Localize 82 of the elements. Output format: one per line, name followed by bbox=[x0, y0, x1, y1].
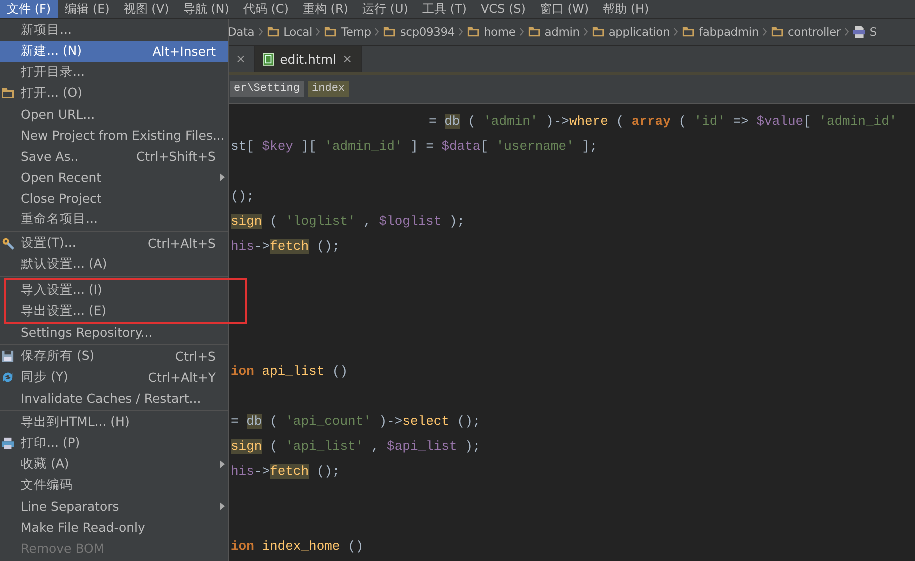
menu-item[interactable]: 打印... (P) bbox=[0, 433, 228, 454]
code-line: st[ $key ][ 'admin_id' ] = $data[ 'username' ]; bbox=[231, 139, 598, 154]
chevron-icon bbox=[763, 28, 767, 36]
printer-icon bbox=[1, 437, 15, 450]
menu-item[interactable]: Save As.. Ctrl+Shift+S bbox=[0, 146, 228, 167]
code-line: (); bbox=[231, 189, 254, 204]
menu-bar-item[interactable]: VCS (S) bbox=[474, 0, 533, 18]
sync-icon bbox=[1, 371, 15, 384]
php-file-icon bbox=[852, 26, 866, 38]
menu-bar-item[interactable]: 运行 (U) bbox=[355, 0, 416, 18]
breadcrumb-item[interactable]: home bbox=[484, 25, 516, 39]
menu-item[interactable]: 设置(T)... Ctrl+Alt+S bbox=[0, 233, 228, 254]
menu-item[interactable]: 默认设置... (A) bbox=[0, 254, 228, 275]
menu-item[interactable]: 导出设置... (E) bbox=[6, 301, 245, 322]
folder-icon bbox=[682, 26, 696, 38]
menu-item[interactable]: 新项目... bbox=[0, 20, 228, 41]
chevron-icon bbox=[375, 28, 380, 36]
code-line: ion api_list () bbox=[231, 364, 348, 379]
folder-icon bbox=[324, 26, 338, 38]
breadcrumb-item[interactable]: application bbox=[608, 25, 670, 39]
chevron-icon bbox=[258, 28, 263, 36]
menu-bar-item[interactable]: 文件 (F) bbox=[0, 0, 58, 18]
menu-item[interactable]: 收藏 (A) bbox=[0, 454, 228, 475]
menu-item[interactable]: Open URL... bbox=[0, 104, 228, 125]
menu-bar-item[interactable]: 代码 (C) bbox=[236, 0, 296, 18]
breadcrumb-item[interactable]: fabpadmin bbox=[699, 25, 759, 39]
folder-icon bbox=[771, 26, 784, 38]
menu-bar-item[interactable]: 窗口 (W) bbox=[532, 0, 596, 18]
chevron-icon bbox=[584, 28, 588, 36]
folder-icon bbox=[466, 26, 480, 38]
menu-item[interactable]: Invalidate Caches / Restart... bbox=[0, 388, 228, 409]
breadcrumb-item[interactable]: controller bbox=[788, 25, 841, 39]
code-line: his->fetch (); bbox=[231, 239, 340, 254]
code-line: = db ( 'admin' )->where ( array ( 'id' => $value[ 'admin_id' bbox=[429, 114, 898, 129]
folder-icon bbox=[266, 26, 280, 38]
breadcrumb-item[interactable]: admin bbox=[544, 25, 580, 39]
chevron-icon bbox=[674, 28, 678, 36]
breadcrumb-item[interactable]: Data bbox=[228, 25, 255, 39]
menu-item[interactable]: 保存所有 (S) Ctrl+S bbox=[0, 346, 228, 367]
menu-item[interactable]: 新建... (N) Alt+Insert bbox=[0, 41, 228, 62]
code-line: = db ( 'api_count' )->select (); bbox=[231, 414, 481, 429]
menu-bar-item[interactable]: 帮助 (H) bbox=[596, 0, 656, 18]
menu-item[interactable]: Make File Read-only bbox=[0, 517, 228, 538]
menu-item[interactable]: Settings Repository... bbox=[0, 322, 228, 343]
menu-bar-item[interactable]: 视图 (V) bbox=[116, 0, 176, 18]
menu-bar-item[interactable]: 编辑 (E) bbox=[58, 0, 117, 18]
close-icon[interactable]: × bbox=[236, 52, 246, 66]
menu-item[interactable]: Line Separators bbox=[0, 496, 228, 517]
breadcrumb-item[interactable]: S bbox=[870, 25, 877, 39]
folder-icon bbox=[528, 26, 541, 38]
menu-bar-item[interactable]: 工具 (T) bbox=[415, 0, 474, 18]
menu-bar-item[interactable]: 导航 (N) bbox=[176, 0, 236, 18]
chevron-icon bbox=[844, 28, 849, 36]
menu-item[interactable]: 重命名项目... bbox=[0, 209, 228, 230]
menu-item[interactable]: 文件编码 bbox=[0, 475, 228, 496]
code-line: his->fetch (); bbox=[231, 464, 340, 479]
breadcrumb-item[interactable]: Temp bbox=[341, 25, 372, 39]
menu-item[interactable]: 导入设置... (I) bbox=[6, 280, 245, 301]
close-icon[interactable]: × bbox=[342, 52, 353, 66]
code-line: sign ( 'api_list' , $api_list ); bbox=[231, 439, 481, 454]
code-line: ion index_home () bbox=[231, 539, 364, 554]
html-file-icon bbox=[263, 52, 274, 66]
menu-item[interactable]: New Project from Existing Files... bbox=[0, 125, 228, 146]
menu-item[interactable]: Open Recent bbox=[0, 167, 228, 188]
menu-item[interactable]: 打开... (O) bbox=[0, 83, 228, 104]
code-line: sign ( 'loglist' , $loglist ); bbox=[231, 214, 466, 229]
folder-icon bbox=[383, 26, 396, 38]
menu-item[interactable]: Close Project bbox=[0, 188, 228, 209]
menu-item[interactable]: 同步 (Y) Ctrl+Alt+Y bbox=[0, 367, 228, 388]
menu-item[interactable]: 打开目录... bbox=[0, 62, 228, 83]
code-path-tag[interactable]: index bbox=[308, 81, 350, 97]
breadcrumb-item[interactable]: scp09394 bbox=[400, 25, 455, 39]
breadcrumb-item[interactable]: Local bbox=[284, 25, 312, 39]
chevron-icon bbox=[520, 28, 524, 36]
tab-label: edit.html bbox=[280, 52, 337, 66]
chevron-icon bbox=[316, 28, 320, 36]
menu-item[interactable]: 导出到HTML... (H) bbox=[0, 412, 228, 433]
folder-icon bbox=[592, 26, 605, 38]
code-path-tag[interactable]: er\Setting bbox=[230, 81, 304, 97]
chevron-icon bbox=[458, 28, 463, 36]
editor-tab[interactable]: edit.html × bbox=[255, 46, 362, 72]
menu-bar-item[interactable]: 重构 (R) bbox=[296, 0, 356, 18]
